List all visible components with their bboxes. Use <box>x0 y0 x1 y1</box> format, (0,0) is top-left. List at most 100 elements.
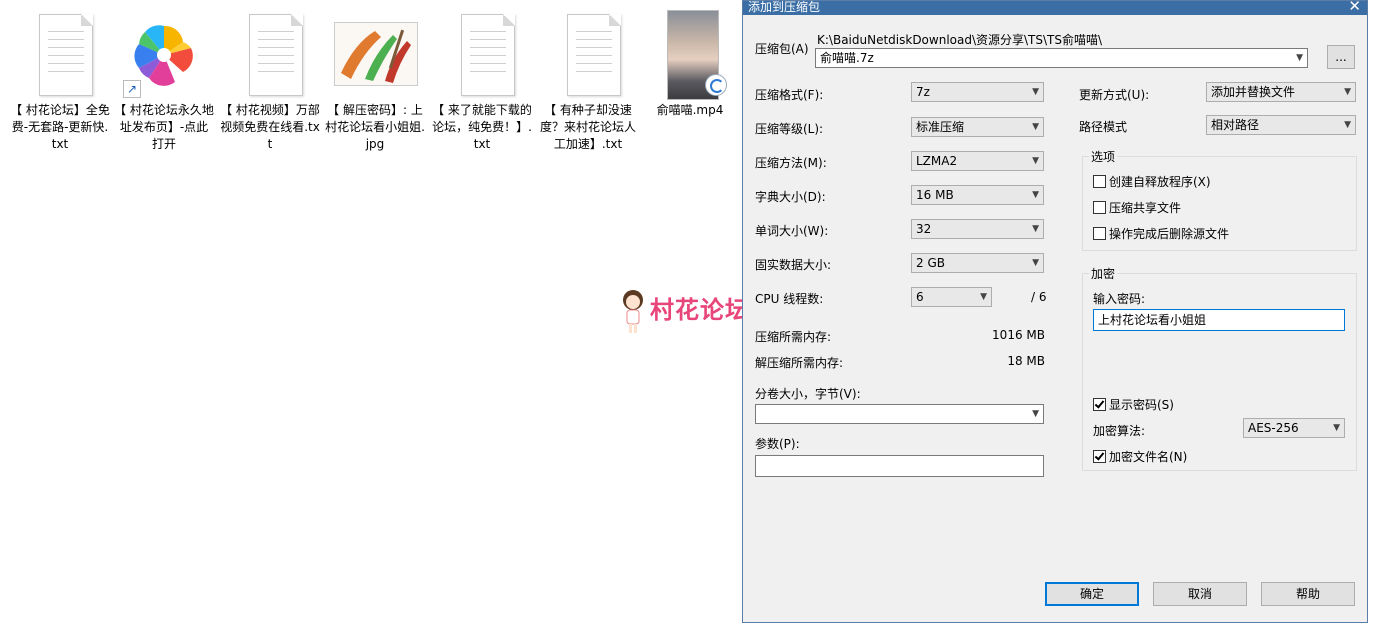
volume-label: 分卷大小，字节(V): <box>755 387 861 401</box>
mem-decomp-value: 18 MB <box>1007 354 1045 368</box>
update-label: 更新方式(U): <box>1079 88 1150 102</box>
checkbox-checked-icon <box>1093 398 1106 411</box>
file-image[interactable]: 【 解压密码】: 上村花论坛看小姐姐.jpg <box>325 8 425 153</box>
chevron-down-icon: ▼ <box>980 292 987 302</box>
volume-combo[interactable]: ▼ <box>755 404 1044 424</box>
encrypt-names-checkbox[interactable]: 加密文件名(N) <box>1093 448 1187 465</box>
params-label: 参数(P): <box>755 437 800 451</box>
chevron-down-icon: ▼ <box>1032 409 1039 419</box>
level-label: 压缩等级(L): <box>755 122 824 136</box>
word-label: 单词大小(W): <box>755 224 829 238</box>
dialog-title: 添加到压缩包 <box>748 0 821 14</box>
close-icon[interactable]: ✕ <box>1348 0 1361 15</box>
update-select[interactable]: 添加并替换文件 ▼ <box>1206 82 1356 102</box>
shared-label: 压缩共享文件 <box>1109 201 1182 215</box>
file-txt-4[interactable]: 【 有种子却没速度？来村花论坛人工加速】.txt <box>538 8 638 153</box>
chevron-down-icon: ▼ <box>1032 156 1039 166</box>
shared-checkbox[interactable]: 压缩共享文件 <box>1093 199 1181 216</box>
sfx-checkbox[interactable]: 创建自释放程序(X) <box>1093 173 1211 190</box>
text-file-icon <box>545 8 631 98</box>
text-file-icon <box>17 8 103 98</box>
checkbox-checked-icon <box>1093 450 1106 463</box>
options-title: 选项 <box>1089 148 1118 165</box>
password-input[interactable]: 上村花论坛看小姐姐 <box>1093 309 1345 331</box>
player-badge-icon <box>705 74 727 96</box>
enc-method-value: AES-256 <box>1248 421 1299 435</box>
add-to-archive-dialog: 添加到压缩包 ✕ 压缩包(A) K:\BaiduNetdiskDownload\… <box>742 0 1368 623</box>
file-txt-1[interactable]: 【 村花论坛】全免费-无套路-更新快.txt <box>10 8 110 153</box>
archive-label: 压缩包(A) <box>755 42 809 56</box>
level-value: 标准压缩 <box>916 120 965 134</box>
file-shortcut[interactable]: ↗ 【 村花论坛永久地址发布页】-点此打开 <box>114 8 214 153</box>
cpu-label: CPU 线程数: <box>755 292 824 306</box>
chevron-down-icon: ▼ <box>1032 258 1039 268</box>
cpu-select[interactable]: 6 ▼ <box>911 287 992 307</box>
file-txt-2[interactable]: 【 村花视频】万部视频免费在线看.txt <box>220 8 320 153</box>
path-mode-select[interactable]: 相对路径 ▼ <box>1206 115 1356 135</box>
archive-name-value: 俞喵喵.7z <box>820 51 874 65</box>
format-value: 7z <box>916 85 930 99</box>
encryption-group: 加密 输入密码: 上村花论坛看小姐姐 显示密码(S) 加密算法: AES-256… <box>1082 265 1357 471</box>
word-select[interactable]: 32 ▼ <box>911 219 1044 239</box>
path-mode-value: 相对路径 <box>1211 118 1260 132</box>
mem-decomp-label: 解压缩所需内存: <box>755 356 844 370</box>
file-name: 【 有种子却没速度？来村花论坛人工加速】.txt <box>539 103 636 151</box>
chevron-down-icon: ▼ <box>1032 122 1039 132</box>
delete-checkbox[interactable]: 操作完成后删除源文件 <box>1093 225 1229 242</box>
dialog-titlebar[interactable]: 添加到压缩包 ✕ <box>743 0 1367 15</box>
method-select[interactable]: LZMA2 ▼ <box>911 151 1044 171</box>
help-button[interactable]: 帮助 <box>1261 582 1355 606</box>
show-password-label: 显示密码(S) <box>1109 398 1174 412</box>
solid-label: 固实数据大小: <box>755 258 832 272</box>
file-video[interactable]: 俞喵喵.mp4 <box>640 8 740 119</box>
enc-method-label: 加密算法: <box>1093 424 1146 438</box>
chevron-down-icon[interactable]: ▼ <box>1296 49 1303 67</box>
method-label: 压缩方法(M): <box>755 156 827 170</box>
word-value: 32 <box>916 222 932 236</box>
solid-select[interactable]: 2 GB ▼ <box>911 253 1044 273</box>
text-file-icon <box>227 8 313 98</box>
video-thumbnail-icon <box>647 8 733 100</box>
encrypt-names-label: 加密文件名(N) <box>1109 450 1188 464</box>
shortcut-arrow-icon: ↗ <box>123 80 141 98</box>
chevron-down-icon: ▼ <box>1032 224 1039 234</box>
cpu-total: / 6 <box>1031 290 1047 304</box>
enc-method-select[interactable]: AES-256 ▼ <box>1243 418 1345 438</box>
file-name: 俞喵喵.mp4 <box>656 103 724 117</box>
chevron-down-icon: ▼ <box>1344 120 1351 130</box>
dict-value: 16 MB <box>916 188 954 202</box>
file-txt-3[interactable]: 【 来了就能下载的论坛，纯免费！】.txt <box>432 8 532 153</box>
dict-label: 字典大小(D): <box>755 190 826 204</box>
solid-value: 2 GB <box>916 256 945 270</box>
dict-select[interactable]: 16 MB ▼ <box>911 185 1044 205</box>
chevron-down-icon: ▼ <box>1032 87 1039 97</box>
archive-name-combo[interactable]: 俞喵喵.7z ▼ <box>815 48 1308 68</box>
show-password-checkbox[interactable]: 显示密码(S) <box>1093 396 1174 413</box>
file-name: 【 来了就能下载的论坛，纯免费！】.txt <box>432 103 532 151</box>
path-mode-label: 路径模式 <box>1079 120 1128 134</box>
cartoon-girl-icon <box>623 290 643 333</box>
update-value: 添加并替换文件 <box>1211 85 1296 99</box>
cpu-value: 6 <box>916 290 924 304</box>
archive-path: K:\BaiduNetdiskDownload\资源分享\TS\TS俞喵喵\ <box>817 33 1103 47</box>
watermark-text: 村花论坛 <box>650 296 750 324</box>
ok-button[interactable]: 确定 <box>1045 582 1139 606</box>
browse-button[interactable]: ... <box>1327 45 1355 69</box>
cancel-button[interactable]: 取消 <box>1153 582 1247 606</box>
password-label: 输入密码: <box>1093 292 1146 306</box>
mem-comp-label: 压缩所需内存: <box>755 330 832 344</box>
checkbox-icon <box>1093 201 1106 214</box>
chevron-down-icon: ▼ <box>1344 87 1351 97</box>
params-input[interactable] <box>755 455 1044 477</box>
method-value: LZMA2 <box>916 154 958 168</box>
level-select[interactable]: 标准压缩 ▼ <box>911 117 1044 137</box>
file-name: 【 村花论坛】全免费-无套路-更新快.txt <box>10 103 110 151</box>
delete-label: 操作完成后删除源文件 <box>1109 227 1230 241</box>
file-name: 【 村花视频】万部视频免费在线看.txt <box>220 103 320 151</box>
format-select[interactable]: 7z ▼ <box>911 82 1044 102</box>
file-name: 【 解压密码】: 上村花论坛看小姐姐.jpg <box>325 103 425 151</box>
chevron-down-icon: ▼ <box>1333 423 1340 433</box>
image-thumbnail-icon <box>332 8 418 98</box>
mem-comp-value: 1016 MB <box>992 328 1045 342</box>
encryption-title: 加密 <box>1089 265 1118 282</box>
